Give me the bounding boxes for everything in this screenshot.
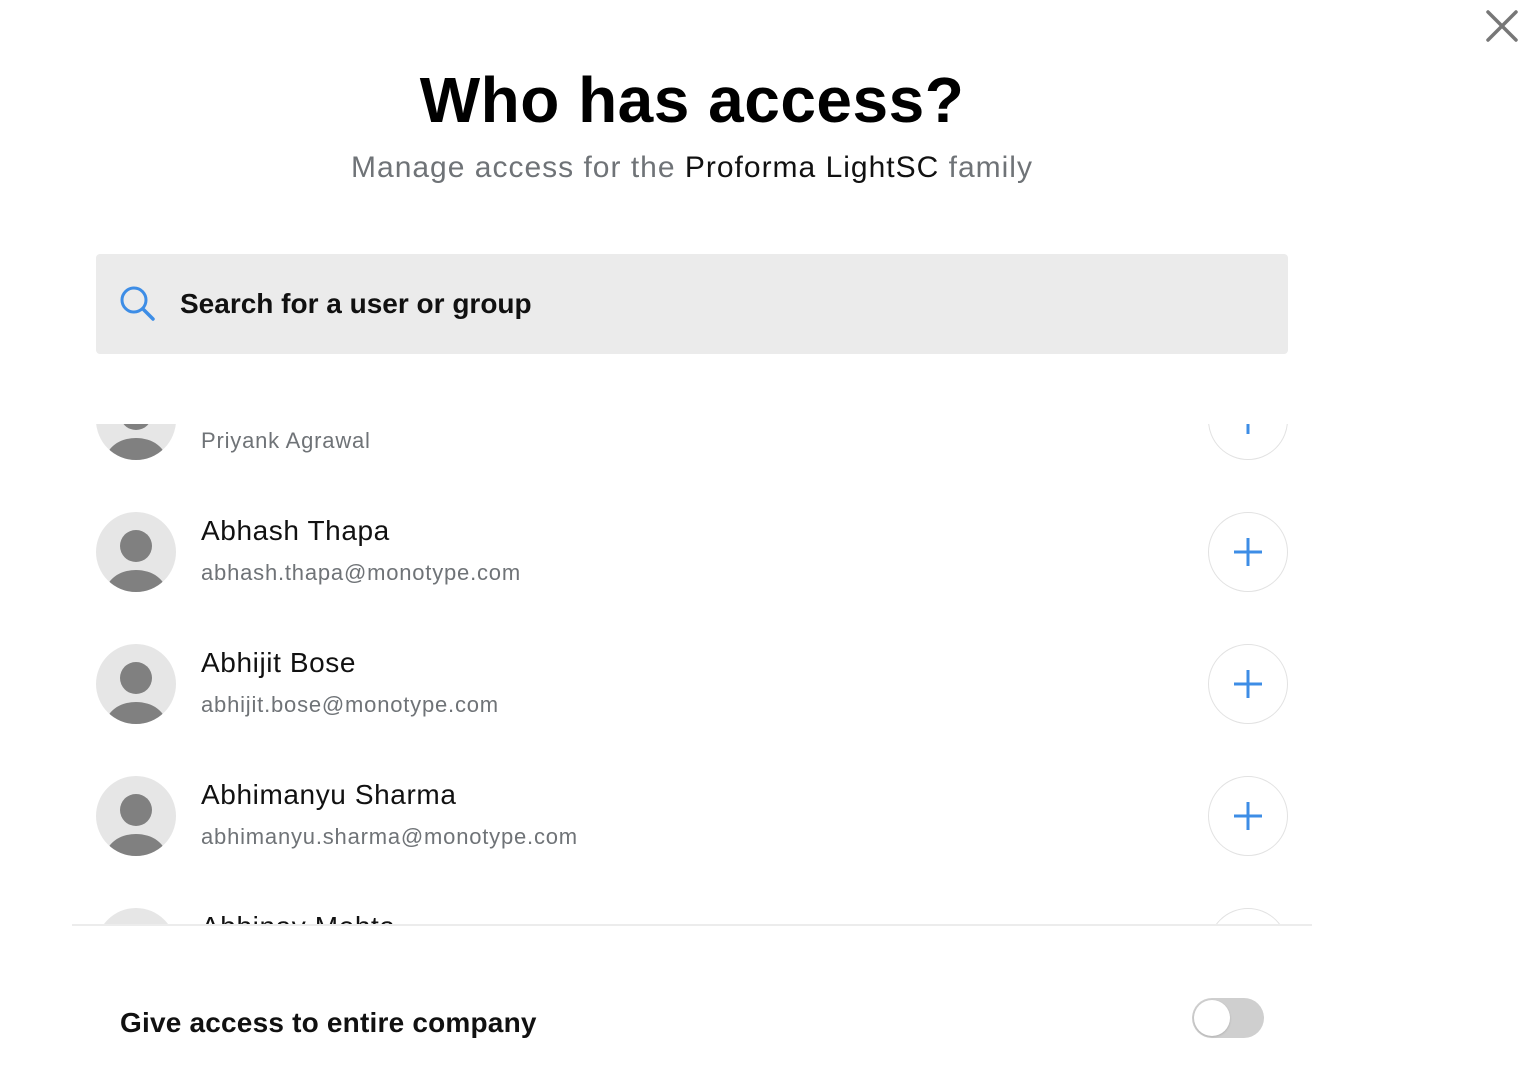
user-silhouette-icon	[106, 424, 166, 460]
add-user-button[interactable]	[1208, 512, 1288, 592]
search-icon	[120, 286, 155, 321]
user-list[interactable]: Priyank Agrawal Abhash Thapa abhash.thap…	[72, 424, 1312, 924]
user-email: Priyank Agrawal	[201, 428, 371, 453]
close-icon	[1486, 10, 1518, 42]
add-user-button[interactable]	[1208, 424, 1288, 460]
user-name: Abhinav Mehta	[201, 910, 396, 924]
subtitle-prefix: Manage access for the	[351, 151, 685, 184]
dialog-subtitle: Manage access for the Proforma LightSC f…	[0, 150, 1384, 186]
user-silhouette-icon	[106, 794, 166, 856]
company-access-toggle[interactable]	[1192, 998, 1264, 1038]
user-email: abhimanyu.sharma@monotype.com	[201, 824, 578, 849]
user-silhouette-icon	[106, 530, 166, 592]
avatar	[96, 512, 176, 592]
company-access-label: Give access to entire company	[120, 1007, 537, 1038]
add-user-button[interactable]	[1208, 644, 1288, 724]
user-email: abhijit.bose@monotype.com	[201, 692, 499, 717]
plus-icon	[1234, 538, 1262, 566]
plus-icon	[1234, 670, 1262, 698]
list-divider	[72, 924, 1312, 926]
user-email: abhash.thapa@monotype.com	[201, 560, 521, 585]
plus-icon	[1246, 424, 1250, 434]
search-input[interactable]	[180, 282, 1260, 326]
avatar	[96, 424, 176, 460]
add-user-button[interactable]	[1208, 908, 1288, 924]
user-row: Abhijit Bose abhijit.bose@monotype.com	[72, 602, 1312, 734]
add-user-button[interactable]	[1208, 776, 1288, 856]
font-family-name: Proforma LightSC	[684, 151, 940, 184]
dialog-title: Who has access?	[419, 64, 965, 136]
user-silhouette-icon	[96, 908, 176, 924]
avatar	[96, 908, 176, 924]
user-row: Priyank Agrawal	[72, 424, 1312, 470]
user-name: Abhijit Bose	[201, 647, 357, 678]
subtitle-suffix: family	[939, 151, 1033, 184]
user-row: Abhimanyu Sharma abhimanyu.sharma@monoty…	[72, 734, 1312, 866]
avatar	[96, 644, 176, 724]
search-box[interactable]	[96, 254, 1288, 354]
plus-icon	[1234, 802, 1262, 830]
toggle-knob	[1194, 1000, 1230, 1036]
user-row: Abhinav Mehta	[72, 866, 1312, 924]
user-name: Abhash Thapa	[201, 515, 390, 546]
user-row: Abhash Thapa abhash.thapa@monotype.com	[72, 470, 1312, 602]
user-name: Abhimanyu Sharma	[201, 779, 457, 810]
user-silhouette-icon	[106, 662, 166, 724]
avatar	[96, 776, 176, 856]
close-button[interactable]	[1482, 6, 1522, 46]
